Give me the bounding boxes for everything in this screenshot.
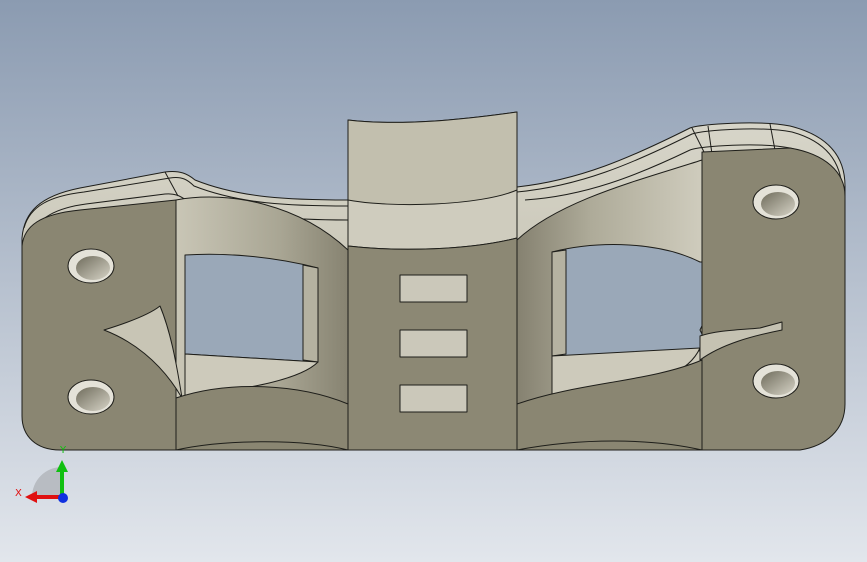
slot-middle — [399, 329, 468, 358]
left-window — [184, 253, 319, 363]
x-axis-label: X — [15, 488, 22, 499]
y-axis-label: Y — [59, 445, 67, 456]
right-window-wall — [551, 249, 567, 357]
mounting-hole-top-left — [67, 248, 115, 284]
left-window-wall — [302, 264, 319, 363]
left-lower-web — [175, 386, 349, 451]
mounting-hole-bottom-right — [752, 363, 800, 399]
mounting-hole-bottom-left — [67, 379, 115, 415]
3d-viewport[interactable]: X Y — [0, 0, 867, 562]
model-canvas[interactable]: X Y — [0, 0, 867, 562]
mounting-hole-top-right — [752, 184, 800, 220]
slot-bottom — [399, 384, 468, 413]
z-axis-dot — [58, 493, 68, 503]
slot-top — [399, 274, 468, 303]
